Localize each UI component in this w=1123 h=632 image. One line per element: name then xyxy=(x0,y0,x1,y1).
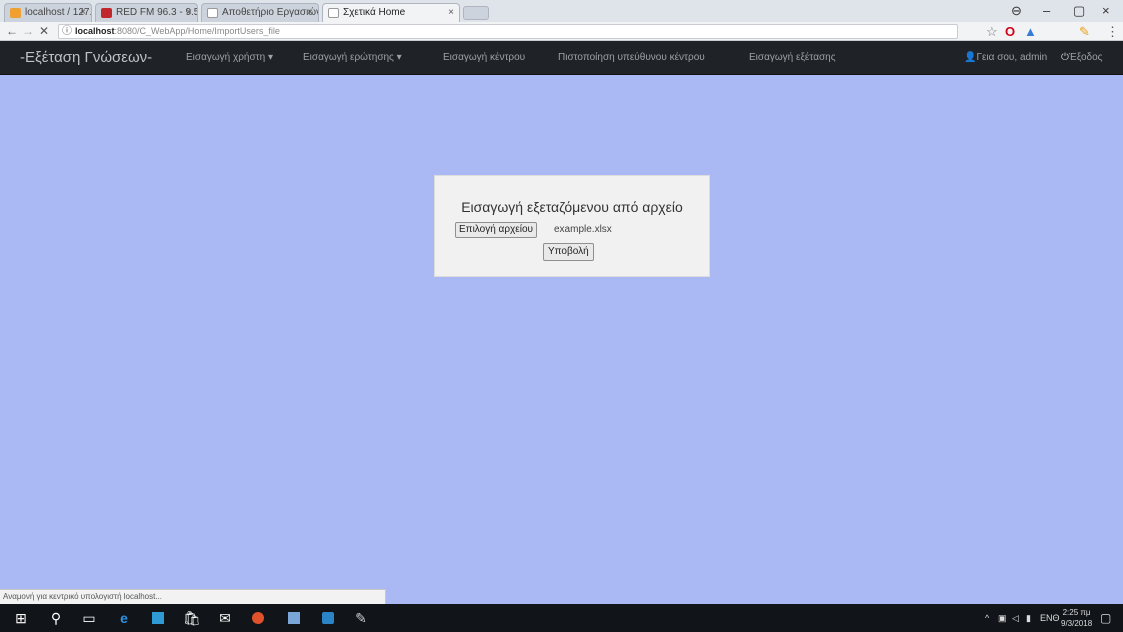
extension-icon[interactable]: ✎ xyxy=(1079,24,1090,40)
app-icon[interactable] xyxy=(288,612,300,624)
shopping-bag-icon[interactable]: 🛍 xyxy=(183,609,201,627)
language-indicator[interactable]: ΕΝΘ xyxy=(1040,604,1060,632)
app-navbar: -Εξέταση Γνώσεων- Εισαγωγή χρήστη ▾ Εισα… xyxy=(0,41,1123,75)
edge-icon[interactable]: e xyxy=(115,609,133,627)
url-path: :8080/C_WebApp/Home/ImportUsers_file xyxy=(114,26,280,36)
tab-title: Σχετικά Home xyxy=(343,7,406,18)
opera-icon[interactable]: O xyxy=(1005,24,1015,39)
tray-up-arrow-icon[interactable]: ^ xyxy=(985,604,989,632)
network-icon[interactable]: ▣ xyxy=(998,604,1007,632)
pen-icon[interactable]: ✎ xyxy=(352,609,370,627)
submit-button[interactable]: Υποβολή xyxy=(543,243,594,261)
back-icon[interactable]: ← xyxy=(6,24,18,38)
browser-tab-strip: localhost / 127.0.0.1 / ... × RED FM 96.… xyxy=(0,0,1123,22)
extension-icon[interactable]: ▲ xyxy=(1024,24,1037,39)
search-icon[interactable]: ⚲ xyxy=(47,609,65,627)
system-clock[interactable]: 2:25 πμ 9/3/2018 xyxy=(1061,607,1092,629)
nav-item-insert-center[interactable]: Εισαγωγή κέντρου xyxy=(443,41,525,74)
windows-taskbar: ⊞ ⚲ ▭ e 🛍 ✉ ✎ ^ ▣ ◁ ▮ ΕΝΘ 2:25 πμ 9/3/20… xyxy=(0,604,1123,632)
windows-start-icon[interactable]: ⊞ xyxy=(12,609,30,627)
import-panel: Εισαγωγή εξεταζόμενου από αρχείο Επιλογή… xyxy=(434,175,710,277)
user-greeting[interactable]: 👤Γεια σου, admin xyxy=(964,41,1047,74)
nav-item-certify-manager[interactable]: Πιστοποίηση υπεύθυνου κέντρου xyxy=(558,41,705,74)
url-host: localhost xyxy=(75,26,115,36)
new-tab-button[interactable] xyxy=(463,6,489,20)
info-icon: ⓘ xyxy=(62,26,72,37)
battery-icon[interactable]: ▮ xyxy=(1026,604,1031,632)
user-icon: 👤 xyxy=(964,52,977,63)
logout-label: Έξοδος xyxy=(1068,52,1103,63)
nav-item-insert-question[interactable]: Εισαγωγή ερώτησης ▾ xyxy=(303,41,402,74)
profile-icon[interactable]: ⊖ xyxy=(1011,3,1022,19)
tab-title: Αποθετήριο Εργασιών xyxy=(222,7,319,18)
choose-file-button[interactable]: Επιλογή αρχείου xyxy=(455,222,537,238)
nav-item-insert-user[interactable]: Εισαγωγή χρήστη ▾ xyxy=(186,41,273,74)
close-icon[interactable]: × xyxy=(307,4,313,22)
browser-tab[interactable]: RED FM 96.3 - 9.5 FM × xyxy=(95,3,198,22)
brand-title[interactable]: -Εξέταση Γνώσεων- xyxy=(20,41,152,74)
notification-icon[interactable]: ▢ xyxy=(1100,604,1111,632)
close-icon[interactable]: × xyxy=(80,4,86,22)
app-icon[interactable] xyxy=(322,612,334,624)
selected-file-name: example.xlsx xyxy=(554,224,612,235)
page-icon xyxy=(207,8,218,18)
nav-item-insert-exam[interactable]: Εισαγωγή εξέτασης xyxy=(749,41,836,74)
chrome-icon[interactable] xyxy=(252,612,264,624)
status-bubble: Αναμονή για κεντρικό υπολογιστή localhos… xyxy=(0,589,386,604)
maximize-icon[interactable]: ▢ xyxy=(1073,3,1085,19)
logout-link[interactable]: ⏻Έξοδος xyxy=(1061,41,1102,74)
panel-title: Εισαγωγή εξεταζόμενου από αρχείο xyxy=(461,199,683,215)
task-view-icon[interactable]: ▭ xyxy=(80,609,98,627)
menu-icon[interactable]: ⋮ xyxy=(1106,24,1119,40)
bookmark-star-icon[interactable]: ☆ xyxy=(986,24,998,40)
forward-icon[interactable]: → xyxy=(22,24,34,38)
close-icon[interactable]: × xyxy=(448,4,454,22)
close-icon[interactable]: × xyxy=(186,4,192,22)
browser-tab-active[interactable]: Σχετικά Home × xyxy=(322,3,460,22)
address-bar[interactable]: ⓘ localhost:8080/C_WebApp/Home/ImportUse… xyxy=(58,24,958,39)
store-tile-icon[interactable] xyxy=(152,612,164,624)
browser-tab[interactable]: Αποθετήριο Εργασιών × xyxy=(201,3,319,22)
browser-tab[interactable]: localhost / 127.0.0.1 / ... × xyxy=(4,3,92,22)
radio-icon xyxy=(101,8,112,18)
stop-icon[interactable]: ✕ xyxy=(39,24,49,38)
close-window-icon[interactable]: × xyxy=(1102,3,1110,18)
logout-icon: ⏻ xyxy=(1061,52,1069,63)
volume-icon[interactable]: ◁ xyxy=(1012,604,1019,632)
clock-date: 9/3/2018 xyxy=(1061,619,1093,628)
minimize-icon[interactable]: – xyxy=(1043,3,1050,18)
clock-time: 2:25 πμ xyxy=(1062,608,1091,617)
mail-icon[interactable]: ✉ xyxy=(216,609,234,627)
page-icon xyxy=(328,8,339,18)
folder-icon xyxy=(10,8,21,18)
user-greeting-text: Γεια σου, admin xyxy=(976,52,1048,63)
browser-toolbar: ← → ✕ ⓘ localhost:8080/C_WebApp/Home/Imp… xyxy=(0,22,1123,41)
